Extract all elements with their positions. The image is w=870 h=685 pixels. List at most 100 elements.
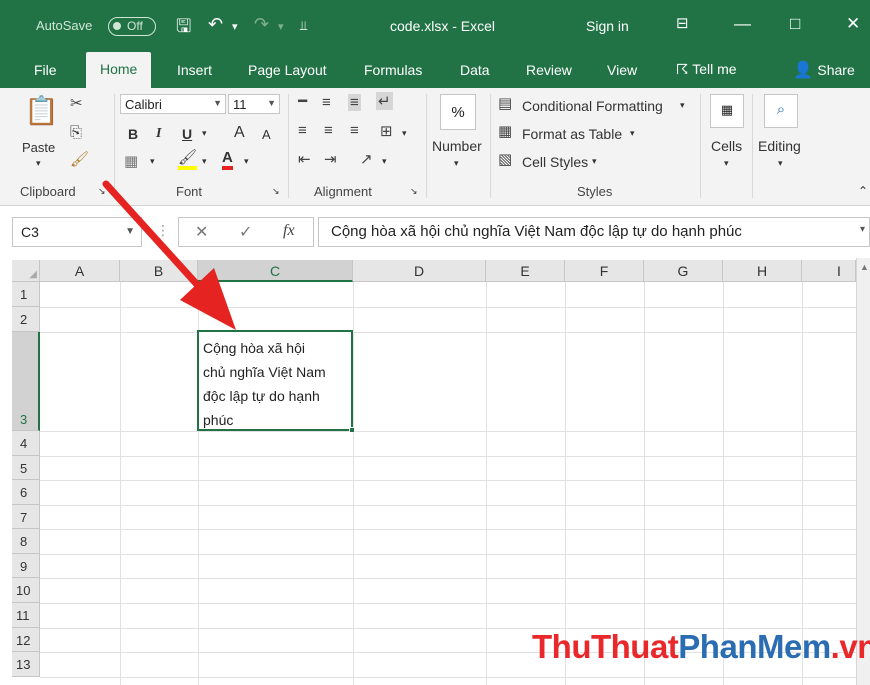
row-header-6[interactable]: 6 <box>12 480 40 505</box>
column-header-c[interactable]: C <box>198 260 353 282</box>
minimize-icon[interactable]: — <box>734 14 751 34</box>
cells-dropdown-icon[interactable]: ▾ <box>724 158 729 169</box>
tab-file[interactable]: File <box>34 62 57 78</box>
copy-icon[interactable]: ⎘ <box>70 124 82 141</box>
editing-search-icon[interactable]: ⌕ <box>764 94 798 128</box>
middle-align-icon[interactable]: ≡ <box>322 94 331 111</box>
cells-label[interactable]: Cells <box>711 138 742 154</box>
fill-color-icon[interactable]: 🖌 <box>178 150 198 170</box>
bottom-align-icon[interactable]: ≡ <box>348 94 361 111</box>
font-launcher-icon[interactable]: ↘ <box>272 186 280 197</box>
name-box[interactable]: C3 ▼ <box>12 217 142 247</box>
tab-home[interactable]: Home <box>86 52 152 88</box>
cell-styles-button[interactable]: Cell Styles <box>522 154 588 170</box>
column-header-g[interactable]: G <box>644 260 723 282</box>
underline-dropdown-icon[interactable]: ▾ <box>202 128 207 139</box>
font-color-dropdown-icon[interactable]: ▾ <box>244 156 249 167</box>
undo-dropdown-icon[interactable]: ▾ <box>232 20 238 33</box>
underline-button[interactable]: U <box>182 126 192 142</box>
merge-center-icon[interactable]: ⊞ <box>380 122 393 140</box>
fill-handle[interactable] <box>349 427 355 433</box>
alignment-launcher-icon[interactable]: ↘ <box>410 186 418 197</box>
increase-indent-icon[interactable]: ⇥ <box>324 150 337 168</box>
expand-formula-icon[interactable]: ▾ <box>860 224 865 235</box>
column-header-e[interactable]: E <box>486 260 565 282</box>
clipboard-launcher-icon[interactable]: ↘ <box>98 186 106 197</box>
tab-insert[interactable]: Insert <box>177 62 212 78</box>
bold-button[interactable]: B <box>128 126 138 142</box>
row-header-4[interactable]: 4 <box>12 431 40 456</box>
enter-check-icon[interactable]: ✓ <box>239 222 252 242</box>
row-header-12[interactable]: 12 <box>12 628 40 652</box>
cells-icon[interactable]: ▦ <box>710 94 744 128</box>
redo-dropdown-icon[interactable]: ▾ <box>278 20 284 33</box>
vertical-scrollbar[interactable]: ▲ <box>856 258 870 685</box>
number-label[interactable]: Number <box>432 138 482 154</box>
share-button[interactable]: 👤 Share <box>793 60 855 80</box>
borders-dropdown-icon[interactable]: ▾ <box>150 156 155 167</box>
top-align-icon[interactable]: ━ <box>298 92 307 110</box>
editing-label[interactable]: Editing <box>758 138 801 154</box>
collapse-ribbon-icon[interactable]: ⌃ <box>858 184 868 198</box>
maximize-icon[interactable]: □ <box>790 14 800 34</box>
save-icon[interactable]: 🖫 <box>176 14 191 44</box>
row-header-7[interactable]: 7 <box>12 505 40 529</box>
grow-font-button[interactable]: A <box>234 124 245 142</box>
insert-function-button[interactable]: fx <box>283 222 295 240</box>
paste-label[interactable]: Paste <box>22 140 55 155</box>
customize-qat-icon[interactable]: ⫫ <box>300 18 307 34</box>
tell-me-search[interactable]: ☈ Tell me <box>676 61 737 78</box>
format-table-dropdown-icon[interactable]: ▾ <box>630 128 635 139</box>
cell-styles-icon[interactable]: ▧ <box>498 150 512 168</box>
tab-page-layout[interactable]: Page Layout <box>248 62 327 78</box>
row-header-3[interactable]: 3 <box>12 332 40 431</box>
formula-input[interactable]: Cộng hòa xã hội chủ nghĩa Việt Nam độc l… <box>318 217 870 247</box>
tab-review[interactable]: Review <box>526 62 572 78</box>
row-header-11[interactable]: 11 <box>12 603 40 628</box>
orientation-dropdown-icon[interactable]: ▾ <box>382 156 387 167</box>
undo-icon[interactable]: ↶ <box>208 14 223 35</box>
font-size-dropdown[interactable]: 11 ▼ <box>228 94 280 114</box>
format-as-table-button[interactable]: Format as Table <box>522 126 622 142</box>
column-header-d[interactable]: D <box>353 260 486 282</box>
conditional-formatting-dropdown-icon[interactable]: ▾ <box>680 100 685 111</box>
merge-dropdown-icon[interactable]: ▾ <box>402 128 407 139</box>
autosave-toggle[interactable]: Off <box>108 17 156 36</box>
sign-in-link[interactable]: Sign in <box>586 18 629 34</box>
shrink-font-button[interactable]: A <box>262 127 271 142</box>
cell-styles-dropdown-icon[interactable]: ▾ <box>592 156 597 167</box>
align-center-icon[interactable]: ≡ <box>324 122 333 139</box>
column-header-i[interactable]: I <box>802 260 856 282</box>
paste-icon[interactable]: 📋 <box>24 94 59 127</box>
cut-icon[interactable]: ✂ <box>70 94 83 112</box>
column-header-b[interactable]: B <box>120 260 198 282</box>
conditional-formatting-button[interactable]: Conditional Formatting <box>522 98 663 114</box>
editing-dropdown-icon[interactable]: ▾ <box>778 158 783 169</box>
paste-dropdown-icon[interactable]: ▾ <box>36 158 41 169</box>
borders-icon[interactable]: ▦ <box>124 152 138 170</box>
wrap-text-icon[interactable]: ↵ <box>376 92 393 110</box>
column-header-a[interactable]: A <box>40 260 120 282</box>
column-header-h[interactable]: H <box>723 260 802 282</box>
format-painter-icon[interactable]: 🖌 <box>70 150 89 168</box>
row-header-5[interactable]: 5 <box>12 456 40 480</box>
row-header-1[interactable]: 1 <box>12 282 40 307</box>
worksheet-grid[interactable]: ◢ A B C D E F G H I 1 2 3 4 5 6 7 8 9 10… <box>0 258 870 685</box>
select-all-corner[interactable]: ◢ <box>12 260 40 282</box>
font-color-icon[interactable]: A <box>222 150 233 170</box>
tab-view[interactable]: View <box>607 62 637 78</box>
row-header-2[interactable]: 2 <box>12 307 40 332</box>
orientation-icon[interactable]: ↗ <box>360 150 373 168</box>
redo-icon[interactable]: ↷ <box>254 14 269 35</box>
tab-formulas[interactable]: Formulas <box>364 62 422 78</box>
italic-button[interactable]: I <box>156 126 161 142</box>
scroll-up-icon[interactable]: ▲ <box>860 262 869 272</box>
fill-color-dropdown-icon[interactable]: ▾ <box>202 156 207 167</box>
active-cell-c3[interactable]: Cộng hòa xã hội chủ nghĩa Việt Nam độc l… <box>197 330 353 431</box>
row-header-9[interactable]: 9 <box>12 554 40 578</box>
ribbon-display-icon[interactable]: ⊟ <box>676 14 689 32</box>
percent-style-button[interactable]: % <box>440 94 476 130</box>
cancel-icon[interactable]: ✕ <box>195 222 208 242</box>
number-dropdown-icon[interactable]: ▾ <box>454 158 459 169</box>
decrease-indent-icon[interactable]: ⇤ <box>298 150 311 168</box>
